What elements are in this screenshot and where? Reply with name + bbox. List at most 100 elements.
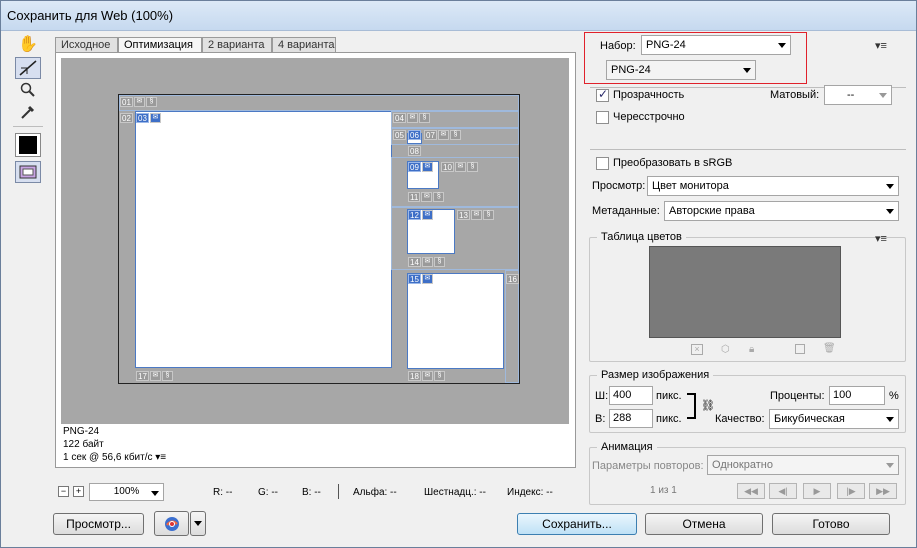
zoom-tool-icon[interactable] — [15, 79, 41, 101]
slice-03-area[interactable] — [135, 111, 392, 368]
height-label: В: — [595, 413, 606, 425]
last-frame-icon[interactable]: ▶▶ — [869, 483, 897, 499]
hand-tool-icon[interactable]: ✋ — [15, 33, 41, 55]
slice-image-icon: ✉ — [470, 210, 482, 220]
slice-link-icon: § — [449, 130, 461, 140]
play-icon[interactable]: ▶ — [803, 483, 831, 499]
slice-link-icon: § — [433, 371, 445, 381]
slice-label-12[interactable]: 12 ✉ — [408, 210, 433, 220]
info-size: 122 байт — [63, 439, 104, 450]
slice-label-16[interactable]: 16 — [506, 274, 519, 284]
slice-label-01[interactable]: 01 ✉ § — [120, 97, 157, 107]
slice-label-03[interactable]: 03 ✉ — [136, 113, 161, 123]
next-frame-icon[interactable]: |▶ — [837, 483, 865, 499]
format-select[interactable]: PNG-24 — [606, 60, 756, 80]
slice-label-11[interactable]: 11 ✉ § — [408, 192, 445, 202]
preview-background[interactable]: 01 ✉ § 02 03 ✉ 04 ✉ § 05 06 07 ✉ § 08 09 ✉ 10 ✉ § … — [61, 58, 569, 424]
width-unit: пикс. — [656, 390, 682, 402]
convert-srgb-checkbox[interactable] — [596, 157, 609, 170]
chain-link-icon[interactable]: ⛓︎ — [701, 399, 715, 412]
slice-select-icon — [19, 60, 37, 76]
slice-select-tool-icon[interactable] — [15, 57, 41, 79]
slice-label-18[interactable]: 18 ✉ § — [408, 371, 445, 381]
browser-icon — [164, 516, 179, 531]
toggle-slices-visibility-icon[interactable] — [15, 161, 41, 183]
slice-15-area[interactable] — [407, 273, 504, 369]
width-input[interactable]: 400 — [609, 386, 653, 405]
window-title: Сохранить для Web (100%) — [7, 8, 174, 23]
slice-link-icon: § — [145, 97, 157, 107]
browser-dropdown-button[interactable] — [190, 511, 206, 536]
zoom-out-icon[interactable]: − — [58, 486, 69, 497]
slice-link-icon: § — [418, 113, 430, 123]
black-swatch — [19, 136, 37, 154]
readout-r: R: -- — [213, 487, 233, 498]
slice-image-icon: ✉ — [133, 97, 145, 107]
slice-label-15[interactable]: 15 ✉ — [408, 274, 433, 284]
interlaced-label: Чересстрочно — [613, 111, 685, 123]
status-divider — [338, 484, 339, 499]
tab-2-up[interactable]: 2 варианта — [202, 37, 272, 53]
tab-optimized[interactable]: Оптимизация — [118, 37, 202, 53]
save-button[interactable]: Сохранить... — [517, 513, 637, 535]
browser-preview-button[interactable] — [154, 511, 189, 536]
slice-label-17[interactable]: 17 ✉ § — [136, 371, 173, 381]
preset-select[interactable]: PNG-24 — [641, 35, 791, 55]
trash-icon[interactable]: 🗑︎ — [823, 343, 836, 354]
status-bar: − + 100% R: -- G: -- B: -- Альфа: -- Шес… — [55, 483, 576, 501]
eyedropper-tool-icon[interactable] — [15, 101, 41, 123]
slice-label-05[interactable]: 05 — [393, 130, 406, 140]
height-input[interactable]: 288 — [609, 409, 653, 428]
toolbox-divider — [13, 126, 43, 127]
interlaced-checkbox[interactable] — [596, 111, 609, 124]
preview-button[interactable]: Просмотр... — [53, 513, 144, 535]
zoom-select[interactable]: 100% — [89, 483, 164, 501]
tab-4-up[interactable]: 4 варианта — [272, 37, 336, 53]
cancel-button[interactable]: Отмена — [645, 513, 763, 535]
chevron-down-icon — [886, 417, 894, 422]
info-format: PNG-24 — [63, 426, 100, 437]
percent-input[interactable]: 100 — [829, 386, 885, 405]
slice-image-icon: ✉ — [421, 192, 433, 202]
slice-image-icon: ✉ — [149, 113, 161, 123]
color-table-menu-icon[interactable]: ▾≡ — [875, 232, 887, 245]
zoom-in-icon[interactable]: + — [73, 486, 84, 497]
slice-outline-16 — [505, 270, 519, 383]
percent-label: Проценты: — [770, 390, 825, 402]
save-for-web-dialog: Сохранить для Web (100%) ✋ Исходное Опти… — [0, 0, 917, 548]
speed-menu-icon[interactable]: ▾≡ — [155, 452, 166, 463]
optimize-menu-icon[interactable]: ▾≡ — [875, 39, 887, 52]
previous-frame-icon[interactable]: ◀| — [769, 483, 797, 499]
slice-label-07[interactable]: 07 ✉ § — [424, 130, 461, 140]
slice-label-06[interactable]: 06 — [408, 130, 421, 140]
first-frame-icon[interactable]: ◀◀ — [737, 483, 765, 499]
metadata-select[interactable]: Авторские права — [664, 201, 899, 221]
chevron-down-icon — [886, 184, 894, 189]
slice-label-13[interactable]: 13 ✉ § — [457, 210, 494, 220]
quality-label: Качество: — [715, 413, 765, 425]
slice-image-icon: ✉ — [149, 371, 161, 381]
new-color-icon[interactable] — [795, 344, 805, 354]
preview-mode-select[interactable]: Цвет монитора — [647, 176, 899, 196]
slice-label-02[interactable]: 02 — [120, 113, 133, 123]
color-table-swatches[interactable] — [649, 246, 841, 338]
tab-original[interactable]: Исходное — [55, 37, 118, 53]
slice-label-08[interactable]: 08 — [408, 146, 421, 156]
image-size-title: Размер изображения — [597, 369, 714, 381]
eyedropper-color-swatch[interactable] — [15, 133, 41, 157]
slice-label-14[interactable]: 14 ✉ § — [408, 257, 445, 267]
done-button[interactable]: Готово — [772, 513, 890, 535]
slice-label-09[interactable]: 09 ✉ — [408, 162, 433, 172]
loop-options-select[interactable]: Однократно — [707, 455, 899, 475]
quality-select[interactable]: Бикубическая — [769, 409, 899, 429]
lock-color-icon[interactable]: 🔒︎ — [749, 344, 754, 355]
slice-image-icon: ✉ — [421, 210, 433, 220]
slice-label-04[interactable]: 04 ✉ § — [393, 113, 430, 123]
matte-select[interactable]: -- — [824, 85, 892, 105]
web-snap-icon[interactable]: ⬡ — [721, 344, 730, 355]
slice-label-10[interactable]: 10 ✉ § — [441, 162, 478, 172]
chevron-down-icon — [778, 43, 786, 48]
transparency-checkbox[interactable] — [596, 87, 609, 102]
map-transparent-icon[interactable]: × — [691, 344, 703, 355]
image-canvas[interactable]: 01 ✉ § 02 03 ✉ 04 ✉ § 05 06 07 ✉ § 08 09 ✉ 10 ✉ § … — [118, 94, 520, 384]
